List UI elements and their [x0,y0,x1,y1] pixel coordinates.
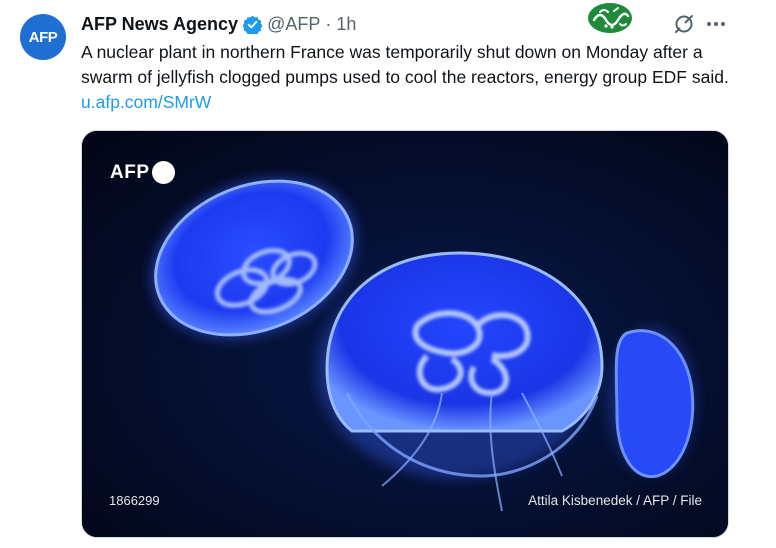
verified-badge-icon [243,15,263,34]
watermark-logo [588,3,632,33]
avatar[interactable]: AFP [20,14,66,60]
more-icon[interactable] [704,13,728,35]
separator-dot: · [325,13,332,34]
avatar-text: AFP [28,28,58,46]
tweet-header: AFP News Agency @AFP · 1h [81,12,356,36]
afp-photo-logo: AFP [110,161,175,184]
display-name[interactable]: AFP News Agency [81,14,238,35]
author-handle[interactable]: @AFP [267,14,320,35]
tweet-text-body: A nuclear plant in northern France was t… [81,42,729,87]
tweet-text: A nuclear plant in northern France was t… [81,40,731,115]
tweet-link[interactable]: u.afp.com/SMrW [81,92,211,112]
photo-id: 1866299 [109,493,160,508]
photo-credit: Attila Kisbenedek / AFP / File [528,493,702,508]
tweet[interactable]: AFP AFP News Agency @AFP · 1h A nuclear … [0,0,776,548]
grok-icon[interactable] [673,13,695,35]
afp-photo-logo-text: AFP [110,161,150,183]
timestamp[interactable]: 1h [336,14,356,35]
tweet-media[interactable]: AFP 1866299 Attila Kisbenedek / AFP / Fi… [81,130,729,538]
jellyfish-photo [82,131,728,537]
afp-logo-dot-icon [151,161,175,184]
